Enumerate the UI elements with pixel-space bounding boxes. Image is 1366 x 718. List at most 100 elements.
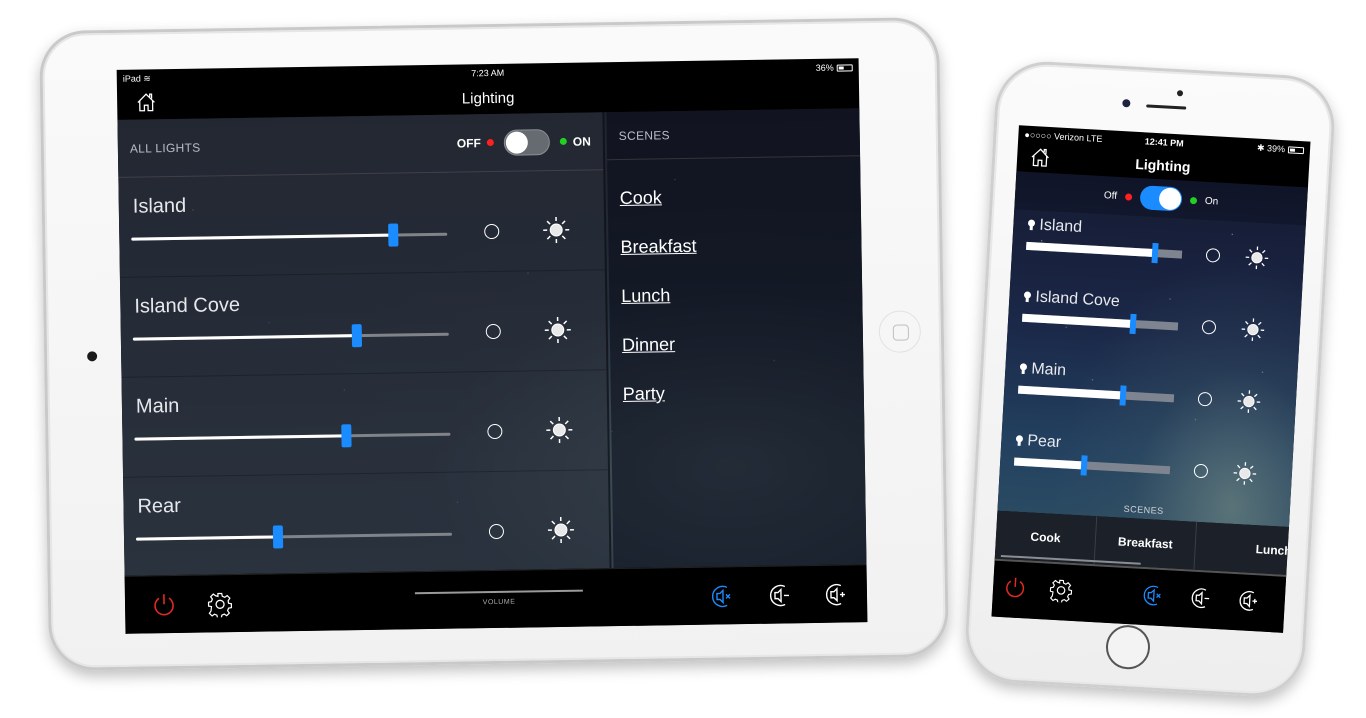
ipad-device: iPad ≋ 7:23 AM 36% Lighting ALL LIGHTS O… xyxy=(39,16,949,672)
switch-knob xyxy=(505,130,529,154)
light-on-sun-icon[interactable] xyxy=(541,215,571,245)
slider-thumb[interactable] xyxy=(352,324,363,348)
light-on-sun-icon[interactable] xyxy=(1231,460,1258,487)
ipad-camera xyxy=(87,351,98,362)
scene-link-party[interactable]: Party xyxy=(622,366,864,419)
dimmer-slider[interactable] xyxy=(1021,313,1179,335)
volume-slider[interactable] xyxy=(414,589,583,595)
slider-fill xyxy=(131,233,394,241)
light-off-button[interactable] xyxy=(1205,247,1221,263)
slider-thumb[interactable] xyxy=(1118,385,1127,406)
light-on-sun-icon[interactable] xyxy=(1243,244,1270,271)
slider-thumb[interactable] xyxy=(1080,455,1088,476)
slider-thumb[interactable] xyxy=(1129,313,1137,335)
mute-icon[interactable] xyxy=(1140,583,1165,608)
light-name: Island xyxy=(132,194,187,218)
bulb-icon xyxy=(1019,363,1027,374)
light-row: Island xyxy=(118,170,605,278)
bottom-bar: VOLUME xyxy=(124,564,868,634)
scene-link-breakfast[interactable]: Breakfast xyxy=(620,219,862,272)
light-name: Island Cove xyxy=(134,293,241,318)
all-lights-switch[interactable] xyxy=(1139,185,1183,212)
ipad-home-button[interactable] xyxy=(878,310,922,353)
all-lights-toggle-group: OFF ON xyxy=(457,128,591,156)
light-off-button[interactable] xyxy=(1193,463,1209,479)
slider-thumb[interactable] xyxy=(340,424,352,448)
dimmer-slider[interactable] xyxy=(134,424,451,448)
iphone-speaker xyxy=(1146,104,1187,110)
dimmer-slider[interactable] xyxy=(1013,455,1171,476)
light-off-button[interactable] xyxy=(484,223,500,240)
iphone-screen: ●○○○○ Verizon LTE 12:41 PM ✱ 39% Lightin… xyxy=(991,125,1311,633)
all-lights-switch[interactable] xyxy=(503,128,551,156)
bulb-icon xyxy=(1023,291,1031,303)
page-title: Lighting xyxy=(1134,155,1191,175)
iphone-sensor xyxy=(1176,90,1184,97)
mute-icon[interactable] xyxy=(709,583,735,609)
scene-link-lunch[interactable]: Lunch xyxy=(621,268,863,321)
scene-link-cook[interactable]: Cook xyxy=(619,170,861,223)
on-label: ON xyxy=(572,133,591,149)
volume-down-icon[interactable] xyxy=(767,582,793,608)
slider-thumb[interactable] xyxy=(273,525,284,549)
slider-fill xyxy=(1013,457,1085,470)
all-lights-header: ALL LIGHTS OFF ON xyxy=(117,112,604,178)
iphone-home-button[interactable] xyxy=(1104,623,1152,671)
content-area: Off On Island Island Cove xyxy=(997,171,1308,527)
light-on-sun-icon[interactable] xyxy=(543,315,573,345)
scenes-header: SCENES xyxy=(606,108,861,161)
bulb-icon xyxy=(1015,435,1023,446)
light-off-button[interactable] xyxy=(485,323,501,340)
dimmer-slider[interactable] xyxy=(1026,241,1183,264)
light-name-group: Pear xyxy=(1015,432,1062,453)
slider-fill xyxy=(135,535,279,541)
home-icon[interactable] xyxy=(135,91,157,113)
slider-thumb[interactable] xyxy=(1151,242,1160,264)
light-list: Island Island Cove Main Rear xyxy=(118,170,609,578)
all-lights-label: ALL LIGHTS xyxy=(129,140,201,156)
scenes-label: SCENES xyxy=(618,127,671,143)
light-on-sun-icon[interactable] xyxy=(544,415,574,445)
volume-up-icon[interactable] xyxy=(1236,588,1261,613)
light-name: Island Cove xyxy=(1034,288,1121,311)
light-name: Rear xyxy=(137,494,182,518)
scene-link-dinner[interactable]: Dinner xyxy=(622,317,864,370)
light-on-sun-icon[interactable] xyxy=(1235,388,1262,415)
off-indicator-dot xyxy=(486,138,494,147)
light-name: Pear xyxy=(1026,432,1062,452)
light-off-button[interactable] xyxy=(1201,319,1217,335)
gear-icon[interactable] xyxy=(207,591,233,618)
dimmer-slider[interactable] xyxy=(132,324,449,348)
gear-icon[interactable] xyxy=(1048,578,1073,604)
scene-button-lunch[interactable]: Lunch xyxy=(1194,522,1297,576)
home-icon[interactable] xyxy=(1029,146,1052,169)
light-on-sun-icon[interactable] xyxy=(1239,316,1266,343)
ipad-screen: iPad ≋ 7:23 AM 36% Lighting ALL LIGHTS O… xyxy=(116,58,868,634)
battery-icon xyxy=(836,64,853,72)
slider-fill xyxy=(1026,241,1156,258)
slider-fill xyxy=(132,334,358,341)
light-on-sun-icon[interactable] xyxy=(546,515,576,545)
light-name-group: Island xyxy=(1027,216,1083,237)
lights-panel: ALL LIGHTS OFF ON Island Island Cove Mai… xyxy=(117,112,612,578)
light-row: Island Cove xyxy=(119,270,607,378)
light-off-button[interactable] xyxy=(1197,391,1213,407)
volume-up-icon[interactable] xyxy=(823,581,849,607)
volume-down-icon[interactable] xyxy=(1188,586,1213,611)
power-icon[interactable] xyxy=(1002,575,1027,600)
light-name: Main xyxy=(1030,360,1067,380)
dimmer-slider[interactable] xyxy=(135,525,453,549)
power-icon[interactable] xyxy=(151,592,177,618)
iphone-device: ●○○○○ Verizon LTE 12:41 PM ✱ 39% Lightin… xyxy=(962,58,1338,700)
slider-thumb[interactable] xyxy=(388,223,399,247)
light-name: Main xyxy=(135,394,180,418)
light-name-group: Island Cove xyxy=(1023,288,1120,311)
light-off-button[interactable] xyxy=(487,423,503,440)
slider-fill xyxy=(1021,313,1134,328)
dimmer-slider[interactable] xyxy=(131,223,448,247)
product-showcase: iPad ≋ 7:23 AM 36% Lighting ALL LIGHTS O… xyxy=(0,0,1366,718)
off-label: OFF xyxy=(456,135,481,151)
dimmer-slider[interactable] xyxy=(1017,385,1175,406)
slider-fill xyxy=(134,434,347,441)
light-off-button[interactable] xyxy=(488,523,505,540)
